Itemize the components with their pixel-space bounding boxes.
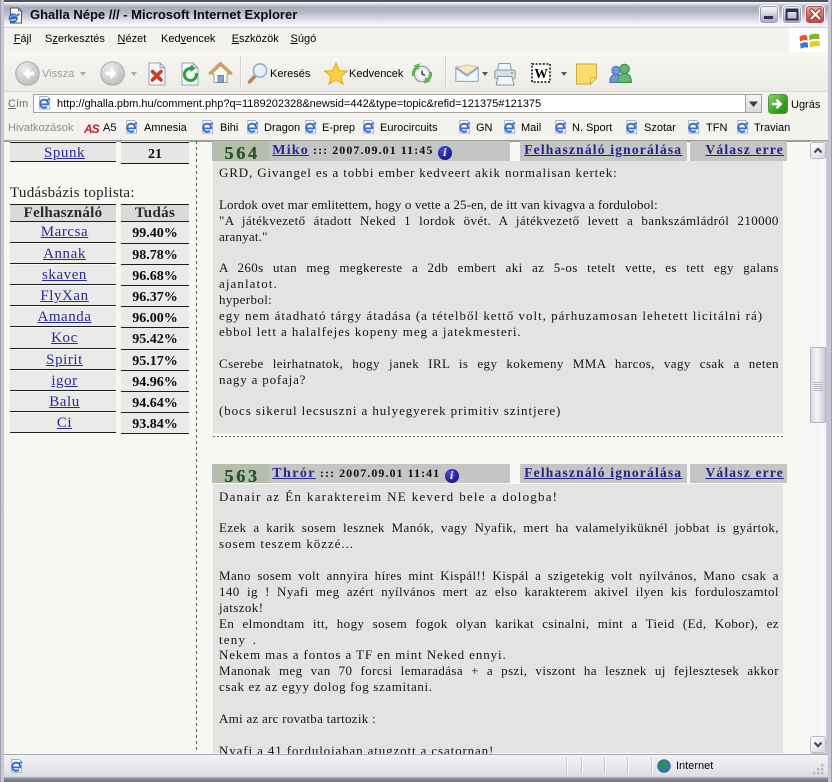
svg-text:W: W xyxy=(534,66,548,81)
